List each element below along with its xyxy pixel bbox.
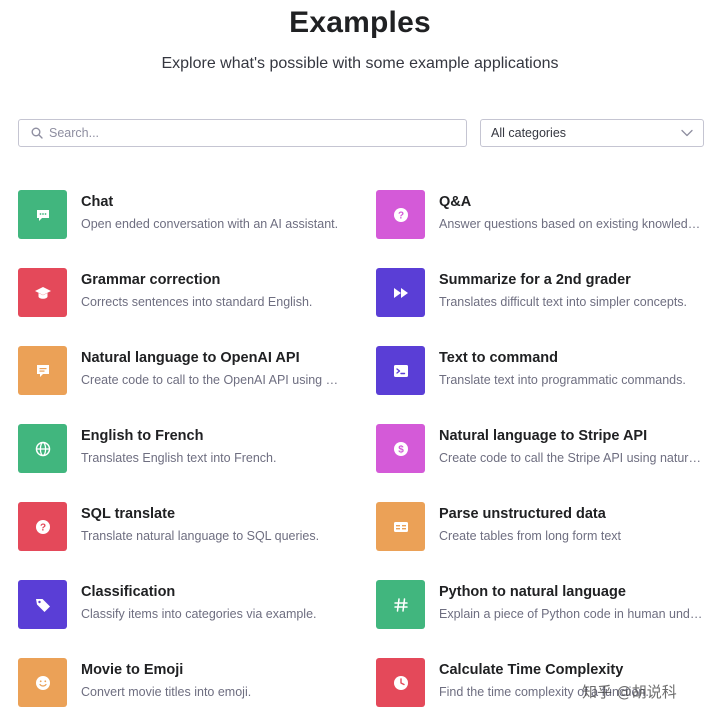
- example-card[interactable]: Grammar correction Corrects sentences int…: [18, 268, 376, 318]
- example-card[interactable]: English to French Translates English text…: [18, 424, 376, 474]
- example-card[interactable]: $ Natural language to Stripe API Create co…: [376, 424, 716, 474]
- search-icon: [31, 127, 43, 139]
- example-text: Summarize for a 2nd grader Translates dif…: [439, 268, 705, 309]
- page-subtitle: Explore what's possible with some exampl…: [161, 55, 559, 72]
- table-icon: [393, 521, 408, 532]
- svg-text:$: $: [398, 444, 404, 455]
- page-title: Examples: [289, 6, 431, 39]
- example-icon-tile: [376, 346, 425, 395]
- globe-icon: [35, 441, 50, 456]
- example-card[interactable]: ? SQL translate Translate natural language…: [18, 502, 376, 552]
- chevron-down-icon: [681, 129, 693, 137]
- watermark: 知乎 @胡说科: [582, 681, 677, 702]
- example-title: Classification: [81, 584, 176, 600]
- message-box-icon: [36, 364, 49, 377]
- example-card[interactable]: Natural language to OpenAI API Create cod…: [18, 346, 376, 396]
- tag-icon: [35, 598, 50, 612]
- example-description: Convert movie titles into emoji.: [81, 685, 252, 699]
- clock-icon: [393, 675, 408, 690]
- example-icon-tile: [18, 424, 67, 473]
- example-description: Translate text into programmatic command…: [439, 373, 686, 387]
- example-card[interactable]: Parse unstructured data Create tables fro…: [376, 502, 716, 552]
- example-description: Create code to call to the OpenAI API us…: [81, 373, 345, 387]
- example-description: Explain a piece of Python code in human …: [439, 607, 705, 621]
- example-icon-tile: ?: [18, 502, 67, 551]
- hash-icon: [393, 597, 408, 612]
- example-icon-tile: [376, 268, 425, 317]
- example-text: Q&A Answer questions based on existing kn…: [439, 190, 705, 231]
- example-title: Summarize for a 2nd grader: [439, 272, 631, 288]
- smiley-icon: [35, 675, 50, 690]
- examples-grid: Chat Open ended conversation with an AI a…: [18, 190, 718, 708]
- example-card[interactable]: Classification Classify items into catego…: [18, 580, 376, 630]
- example-description: Open ended conversation with an AI assis…: [81, 217, 339, 231]
- example-text: Parse unstructured data Create tables fro…: [439, 502, 705, 543]
- svg-text:?: ?: [397, 210, 403, 221]
- example-description: Classify items into categories via examp…: [81, 607, 317, 621]
- example-title: Grammar correction: [81, 272, 221, 288]
- category-select[interactable]: All categories: [480, 119, 704, 147]
- example-icon-tile: [376, 658, 425, 707]
- example-title: Parse unstructured data: [439, 506, 606, 522]
- example-title: Movie to Emoji: [81, 662, 184, 678]
- example-icon-tile: ?: [376, 190, 425, 239]
- example-title: SQL translate: [81, 506, 176, 522]
- example-description: Corrects sentences into standard English…: [81, 295, 313, 309]
- example-description: Create tables from long form text: [439, 529, 622, 543]
- graduation-cap-icon: [34, 286, 51, 299]
- example-description: Create code to call the Stripe API using…: [439, 451, 705, 465]
- example-icon-tile: [376, 502, 425, 551]
- example-description: Translates difficult text into simpler c…: [439, 295, 688, 309]
- example-icon-tile: [18, 190, 67, 239]
- search-placeholder: Search...: [49, 126, 100, 140]
- example-text: Chat Open ended conversation with an AI a…: [81, 190, 345, 231]
- example-icon-tile: [18, 658, 67, 707]
- example-title: Natural language to OpenAI API: [81, 350, 300, 366]
- example-title: Natural language to Stripe API: [439, 428, 648, 444]
- example-title: Python to natural language: [439, 584, 626, 600]
- example-description: Translates English text into French.: [81, 451, 277, 465]
- dollar-icon: $: [393, 441, 408, 456]
- example-title: English to French: [81, 428, 204, 444]
- question-icon: ?: [393, 207, 408, 222]
- example-icon-tile: [18, 346, 67, 395]
- svg-text:?: ?: [39, 522, 45, 533]
- example-text: Natural language to OpenAI API Create cod…: [81, 346, 345, 387]
- example-title: Chat: [81, 194, 114, 210]
- example-card[interactable]: Chat Open ended conversation with an AI a…: [18, 190, 376, 240]
- terminal-icon: [393, 364, 408, 377]
- category-select-value: All categories: [491, 126, 567, 140]
- example-text: SQL translate Translate natural language …: [81, 502, 345, 543]
- question-icon: ?: [35, 519, 50, 534]
- example-card[interactable]: Python to natural language Explain a piec…: [376, 580, 716, 630]
- watermark-text: 知乎 @胡说科: [582, 683, 677, 701]
- example-text: Grammar correction Corrects sentences int…: [81, 268, 345, 309]
- example-description: Translate natural language to SQL querie…: [81, 529, 320, 543]
- example-text: Text to command Translate text into progr…: [439, 346, 705, 387]
- example-text: Natural language to Stripe API Create cod…: [439, 424, 705, 465]
- example-icon-tile: [376, 580, 425, 629]
- example-icon-tile: [18, 268, 67, 317]
- example-title: Calculate Time Complexity: [439, 662, 624, 678]
- example-text: Classification Classify items into catego…: [81, 580, 345, 621]
- fast-forward-icon: [393, 287, 408, 298]
- example-card[interactable]: ? Q&A Answer questions based on existing k…: [376, 190, 716, 240]
- example-title: Text to command: [439, 350, 558, 366]
- example-title: Q&A: [439, 194, 472, 210]
- example-text: Movie to Emoji Convert movie titles into …: [81, 658, 345, 699]
- example-description: Answer questions based on existing knowl…: [439, 217, 705, 231]
- search-input[interactable]: Search...: [18, 119, 467, 147]
- example-card[interactable]: Summarize for a 2nd grader Translates dif…: [376, 268, 716, 318]
- example-icon-tile: [18, 580, 67, 629]
- example-text: Python to natural language Explain a piec…: [439, 580, 705, 621]
- example-card[interactable]: Text to command Translate text into progr…: [376, 346, 716, 396]
- chat-bubble-icon: [36, 209, 49, 221]
- example-card[interactable]: Movie to Emoji Convert movie titles into …: [18, 658, 376, 708]
- example-text: English to French Translates English text…: [81, 424, 345, 465]
- example-icon-tile: $: [376, 424, 425, 473]
